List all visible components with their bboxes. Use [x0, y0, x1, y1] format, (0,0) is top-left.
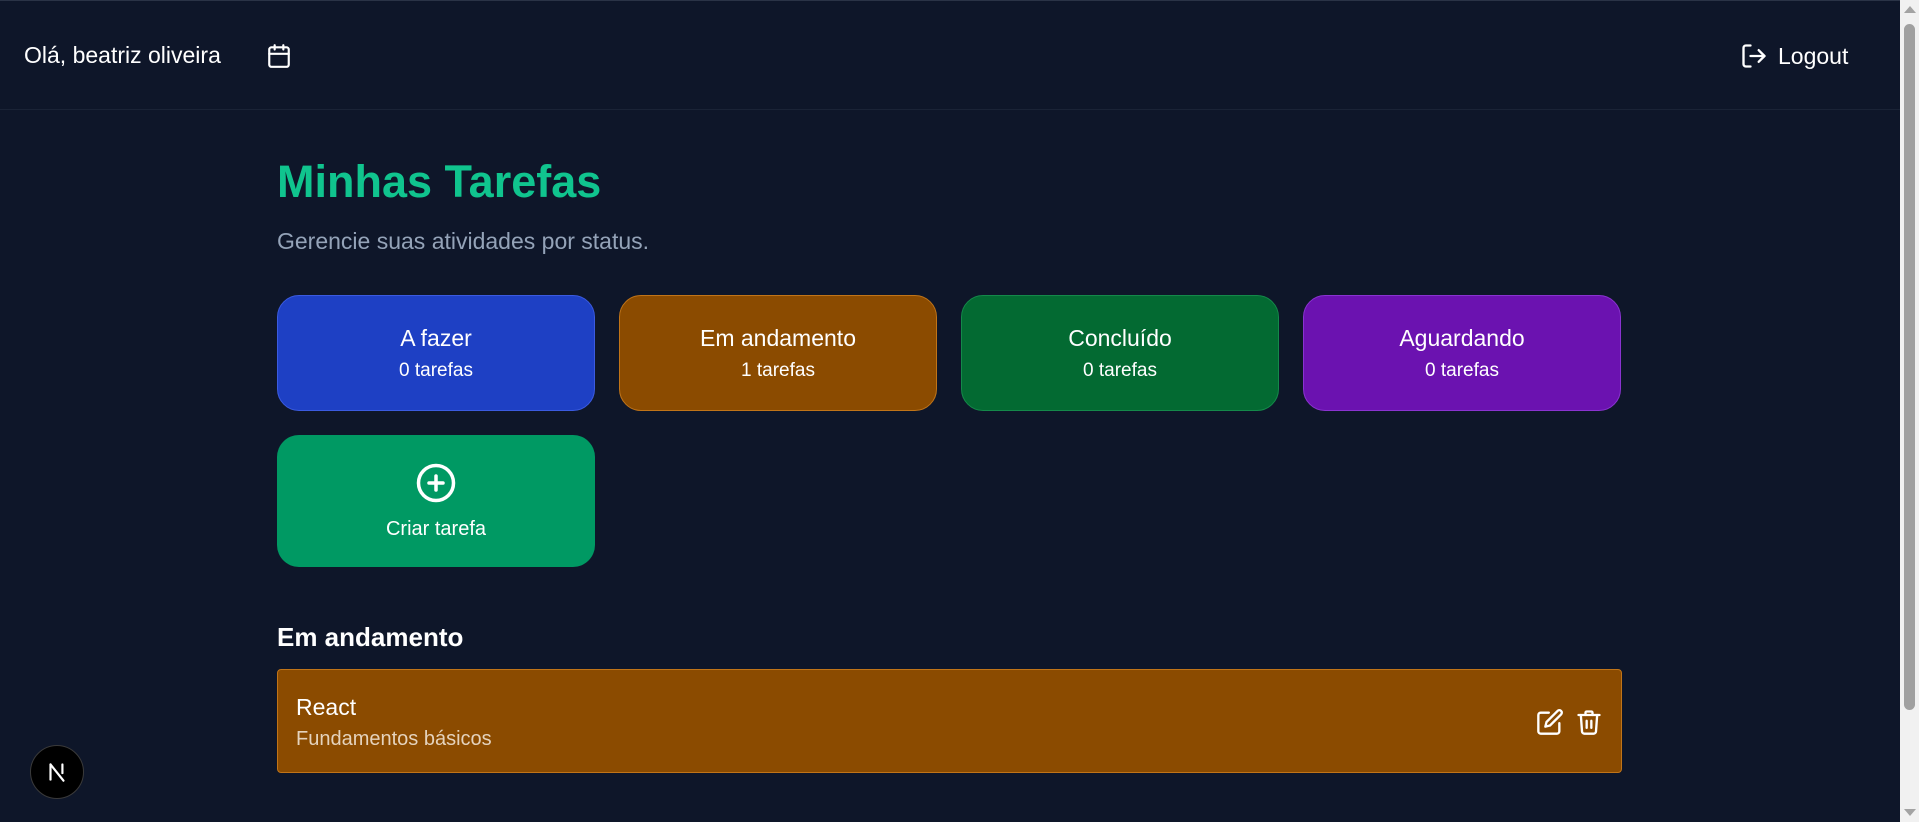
task-title: React — [296, 694, 357, 720]
logout-icon — [1742, 44, 1766, 68]
section-title: Em andamento — [277, 622, 464, 652]
scroll-down-arrow-icon[interactable] — [1904, 809, 1916, 816]
page-subtitle: Gerencie suas atividades por status. — [277, 228, 650, 254]
task-description: Fundamentos básicos — [296, 728, 492, 750]
logout-button[interactable]: Logout — [1740, 39, 1848, 73]
status-card-done[interactable]: Concluído 0 tarefas — [961, 295, 1279, 411]
status-card-count: 1 tarefas — [741, 359, 815, 381]
status-card-count: 0 tarefas — [1083, 359, 1157, 381]
edit-icon — [1537, 709, 1563, 735]
edit-task-button[interactable] — [1536, 708, 1564, 736]
create-task-button[interactable]: Criar tarefa — [277, 435, 595, 567]
status-card-count: 0 tarefas — [1425, 359, 1499, 381]
status-card-waiting[interactable]: Aguardando 0 tarefas — [1303, 295, 1621, 411]
status-card-in-progress[interactable]: Em andamento 1 tarefas — [619, 295, 937, 411]
greeting-text: Olá, beatriz oliveira — [24, 42, 221, 68]
calendar-icon — [268, 44, 290, 68]
delete-task-button[interactable] — [1575, 708, 1603, 736]
logout-label: Logout — [1778, 42, 1849, 69]
page-title: Minhas Tarefas — [277, 156, 602, 207]
task-card[interactable]: React Fundamentos básicos — [277, 669, 1622, 773]
status-card-count: 0 tarefas — [399, 359, 473, 381]
status-card-todo[interactable]: A fazer 0 tarefas — [277, 295, 595, 411]
scroll-thumb[interactable] — [1904, 24, 1915, 710]
nextjs-logo-icon — [49, 763, 65, 782]
plus-circle-icon — [416, 463, 456, 502]
status-card-label: A fazer — [400, 324, 472, 351]
create-task-label: Criar tarefa — [385, 517, 487, 540]
status-card-label: Aguardando — [1399, 324, 1525, 351]
calendar-button[interactable] — [264, 41, 294, 71]
nextjs-badge-button[interactable] — [30, 745, 84, 799]
app-page: Olá, beatriz oliveira Logout Minhas Tare… — [0, 0, 1919, 822]
status-card-label: Concluído — [1068, 324, 1172, 351]
top-header: Olá, beatriz oliveira Logout — [0, 0, 1900, 110]
scroll-up-arrow-icon[interactable] — [1904, 6, 1916, 13]
vertical-scrollbar[interactable] — [1900, 0, 1919, 822]
status-card-label: Em andamento — [700, 324, 856, 351]
trash-icon — [1577, 710, 1601, 735]
